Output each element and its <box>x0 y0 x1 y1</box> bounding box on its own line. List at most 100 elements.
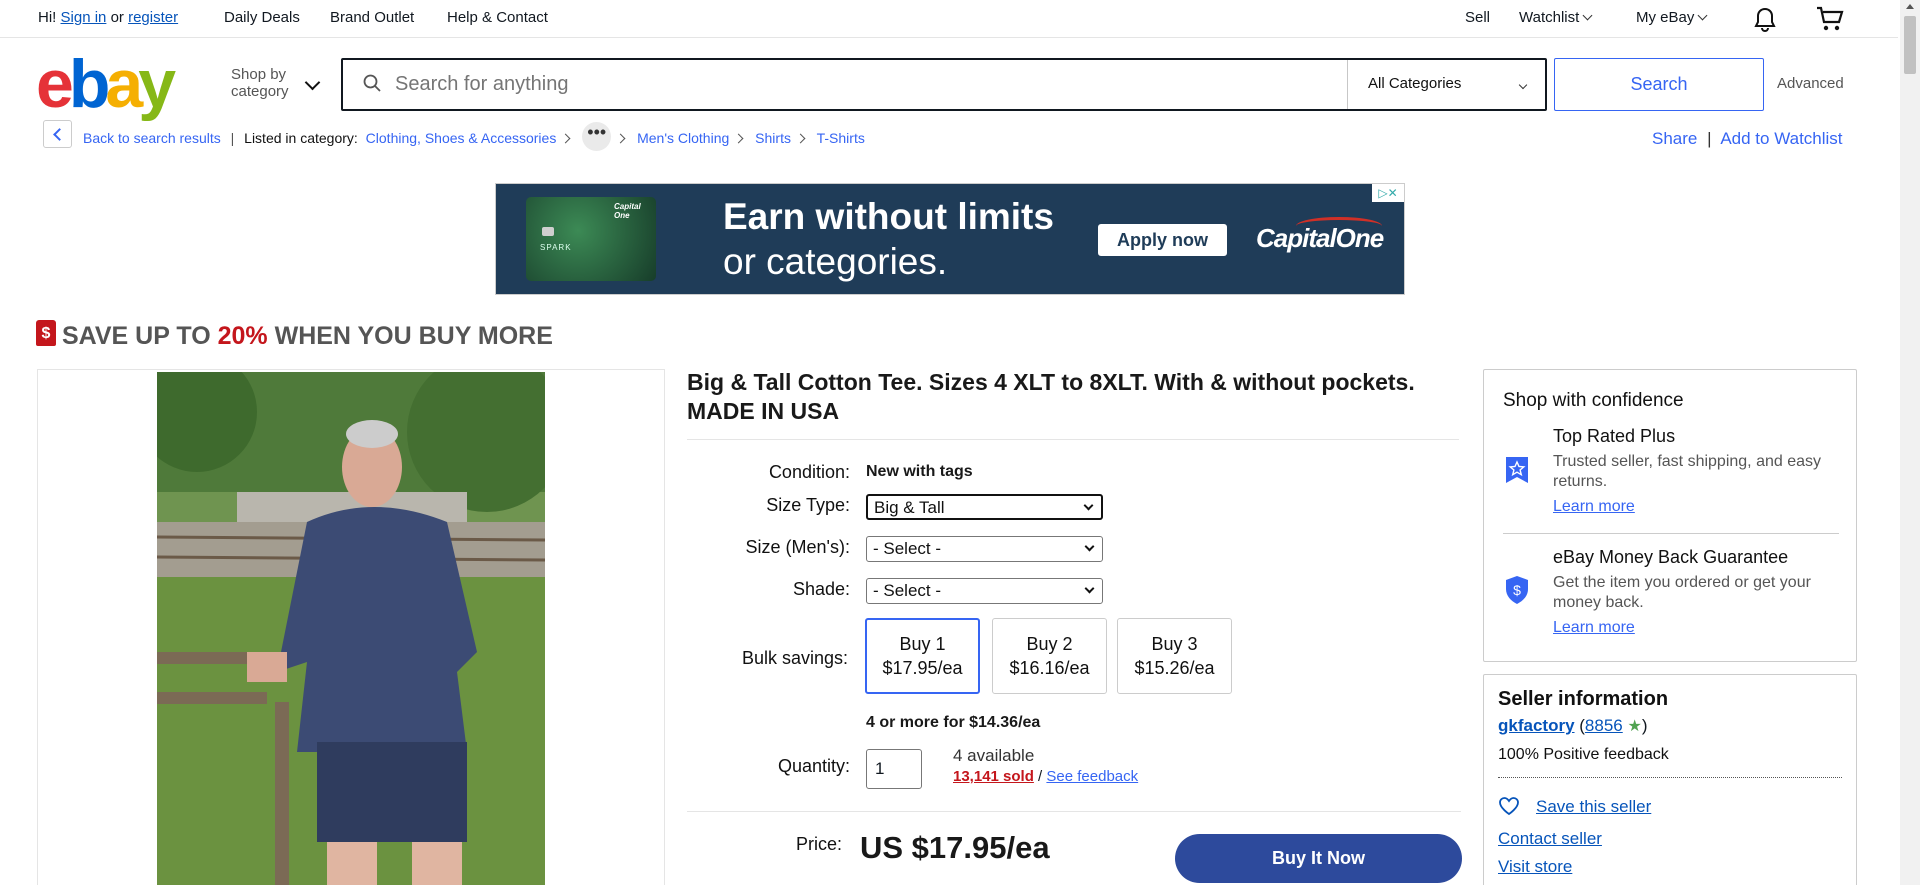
money-back-desc: Get the item you ordered or get your mon… <box>1553 574 1811 611</box>
bulk-option-2[interactable]: Buy 2 $16.16/ea <box>992 618 1107 694</box>
top-rated-desc: Trusted seller, fast shipping, and easy … <box>1553 453 1821 490</box>
breadcrumb-tshirts[interactable]: T-Shirts <box>817 130 865 146</box>
size-type-label: Size Type: <box>766 495 850 515</box>
back-button[interactable] <box>43 120 72 148</box>
visit-store-link[interactable]: Visit store <box>1498 857 1572 877</box>
bulk-price: $15.26/ea <box>1134 658 1215 678</box>
ad-choices-icon[interactable]: ▷✕ <box>1372 184 1404 202</box>
shade-select[interactable]: - Select - <box>866 578 1103 604</box>
bulk-qty: Buy 2 <box>1026 634 1073 654</box>
scrollbar-thumb[interactable] <box>1904 16 1916 74</box>
dotted-divider <box>1498 777 1842 778</box>
seller-name-line: gkfactory (8856 ★) <box>1498 716 1648 735</box>
scroll-up-arrow-icon[interactable] <box>1906 4 1914 9</box>
size-type-select[interactable]: Big & Tall <box>866 494 1103 520</box>
brand-outlet-link[interactable]: Brand Outlet <box>330 9 414 26</box>
listed-in-label: Listed in category: <box>244 130 358 147</box>
bulk-option-1[interactable]: Buy 1 $17.95/ea <box>865 618 980 694</box>
register-link[interactable]: register <box>128 9 178 26</box>
sold-count-link[interactable]: 13,141 sold <box>953 768 1034 785</box>
search-button[interactable]: Search <box>1554 58 1764 111</box>
ebay-logo[interactable]: ebay <box>36 46 176 122</box>
product-photo[interactable] <box>157 372 545 885</box>
condition-label: Condition: <box>768 462 850 482</box>
learn-more-money-back-link[interactable]: Learn more <box>1553 619 1635 637</box>
capital-one-logo: CapitalOne <box>1256 217 1384 254</box>
breadcrumb-shirts[interactable]: Shirts <box>755 130 791 146</box>
slash: / <box>1033 768 1047 785</box>
star-icon: ★ <box>1627 718 1642 735</box>
share-actions: Share | Add to Watchlist <box>1652 129 1843 149</box>
chevron-down-icon <box>1518 80 1528 90</box>
search-input[interactable] <box>395 68 1295 101</box>
feedback-score-link[interactable]: 8856 <box>1585 716 1623 735</box>
promo-suffix: WHEN YOU BUY MORE <box>267 322 553 350</box>
category-select[interactable]: All Categories <box>1347 60 1545 109</box>
top-nav-bar: Hi! Sign in or register Daily Deals Bran… <box>0 0 1898 38</box>
or-text: or <box>110 9 124 26</box>
sign-in-link[interactable]: Sign in <box>61 9 107 26</box>
add-to-watchlist-link[interactable]: Add to Watchlist <box>1720 129 1842 148</box>
product-photo-illustration <box>157 372 545 885</box>
breadcrumb-mens-clothing[interactable]: Men's Clothing <box>637 130 729 146</box>
sell-link[interactable]: Sell <box>1465 9 1490 26</box>
cart-icon[interactable] <box>1816 6 1844 32</box>
seller-name-link[interactable]: gkfactory <box>1498 716 1575 735</box>
learn-more-top-rated-link[interactable]: Learn more <box>1553 498 1635 516</box>
swoosh-icon <box>1296 217 1382 235</box>
chevron-down-icon <box>1697 10 1708 21</box>
shield-dollar-icon: $ <box>1506 576 1528 604</box>
positive-feedback: 100% Positive feedback <box>1498 746 1669 763</box>
logo-letter-y: y <box>138 46 176 122</box>
bulk-price: $17.95/ea <box>882 658 963 678</box>
save-seller-link[interactable]: Save this seller <box>1536 797 1651 817</box>
card-name: SPARK <box>540 243 572 252</box>
breadcrumb-more-button[interactable]: ••• <box>582 122 612 151</box>
promo-prefix: SAVE UP TO <box>62 322 218 350</box>
advanced-search-link[interactable]: Advanced <box>1777 75 1844 92</box>
breadcrumb-divider: | <box>230 130 235 147</box>
chevron-right-icon <box>560 133 571 144</box>
daily-deals-link[interactable]: Daily Deals <box>224 9 300 26</box>
ad-banner[interactable]: Capital One SPARK Earn without limits or… <box>495 183 1405 295</box>
top-rated-title: Top Rated Plus <box>1553 426 1676 446</box>
contact-seller-link[interactable]: Contact seller <box>1498 829 1602 849</box>
price-tag-icon: $ <box>36 320 56 346</box>
page-scrollbar[interactable] <box>1900 0 1920 885</box>
shop-by-category-button[interactable]: Shop by category <box>231 66 289 100</box>
bulk-price: $16.16/ea <box>1009 658 1090 678</box>
divider <box>687 811 1461 812</box>
quantity-input[interactable]: 1 <box>866 749 922 789</box>
chevron-left-icon <box>53 128 66 141</box>
see-feedback-link[interactable]: See feedback <box>1046 768 1138 785</box>
search-icon <box>363 74 381 92</box>
share-divider: | <box>1707 129 1712 148</box>
bulk-savings-label: Bulk savings: <box>741 648 848 668</box>
chevron-down-icon <box>1582 10 1593 21</box>
breadcrumb: Back to search results | Listed in categ… <box>83 122 865 151</box>
notification-bell-icon[interactable] <box>1753 7 1777 33</box>
apply-now-button[interactable]: Apply now <box>1098 224 1227 256</box>
sold-line: 13,141 sold / See feedback <box>953 768 1138 785</box>
chevron-down-icon <box>1084 583 1095 594</box>
chevron-down-icon <box>304 74 321 91</box>
shade-label: Shade: <box>792 579 850 599</box>
breadcrumb-clothing[interactable]: Clothing, Shoes & Accessories <box>366 130 557 146</box>
size-select[interactable]: - Select - <box>866 536 1103 562</box>
ad-headline: Earn without limits <box>723 196 1054 237</box>
logo-letter-e: e <box>36 46 74 122</box>
seller-heading: Seller information <box>1498 688 1669 710</box>
help-contact-link[interactable]: Help & Contact <box>447 9 548 26</box>
heart-icon[interactable] <box>1498 796 1520 816</box>
my-ebay-menu[interactable]: My eBay <box>1636 9 1708 26</box>
share-link[interactable]: Share <box>1652 129 1697 148</box>
bulk-option-3[interactable]: Buy 3 $15.26/ea <box>1117 618 1232 694</box>
buy-it-now-button[interactable]: Buy It Now <box>1175 834 1462 883</box>
watchlist-menu[interactable]: Watchlist <box>1519 9 1593 26</box>
chevron-right-icon <box>615 133 626 144</box>
greeting-text: Hi! <box>38 9 57 26</box>
shade-value: - Select - <box>873 581 942 600</box>
logo-letter-b: b <box>68 46 110 122</box>
svg-text:$: $ <box>1513 582 1521 598</box>
back-to-results-link[interactable]: Back to search results <box>83 130 221 146</box>
